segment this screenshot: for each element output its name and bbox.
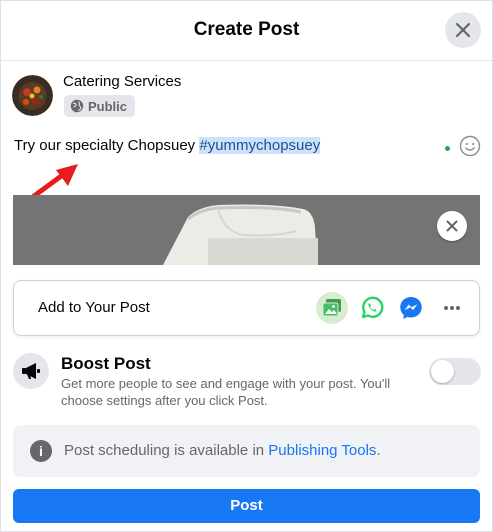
audience-label: Public bbox=[88, 98, 128, 114]
info-suffix: . bbox=[376, 442, 381, 459]
add-to-post-label: Add to Your Post bbox=[38, 299, 150, 316]
photo-video-icon bbox=[322, 299, 341, 317]
close-icon bbox=[446, 220, 458, 232]
annotation-arrow bbox=[31, 164, 78, 199]
hashtag: #yummychopsuey bbox=[199, 137, 321, 154]
megaphone-icon bbox=[22, 363, 40, 379]
globe-icon bbox=[70, 99, 84, 113]
whatsapp-button[interactable] bbox=[356, 292, 388, 324]
more-options-button[interactable] bbox=[436, 292, 468, 324]
scheduling-info-box: i Post scheduling is available in Publis… bbox=[13, 425, 480, 477]
info-text: Post scheduling is available in bbox=[64, 442, 269, 459]
close-icon bbox=[455, 22, 471, 38]
emoji-icon bbox=[459, 135, 481, 157]
post-text-input[interactable]: Try our specialty Chopsuey #yummychopsue… bbox=[14, 137, 321, 154]
dialog-title: Create Post bbox=[193, 19, 300, 40]
remove-photo-button[interactable] bbox=[437, 211, 467, 241]
status-dot bbox=[445, 146, 450, 151]
more-icon bbox=[444, 306, 460, 310]
attached-photo bbox=[13, 195, 480, 265]
boost-icon-container bbox=[13, 353, 49, 389]
boost-post-toggle[interactable] bbox=[429, 358, 481, 385]
post-button[interactable]: Post bbox=[13, 489, 480, 523]
audience-selector[interactable]: Public bbox=[64, 95, 136, 117]
boost-post-title: Boost Post bbox=[61, 354, 151, 373]
author-name: Catering Services bbox=[63, 73, 182, 90]
add-to-post-bar: Add to Your Post bbox=[13, 280, 480, 336]
boost-post-description: Get more people to see and engage with y… bbox=[61, 376, 391, 408]
messenger-button[interactable] bbox=[395, 292, 427, 324]
close-button[interactable] bbox=[445, 12, 481, 48]
photo-video-button[interactable] bbox=[316, 292, 348, 324]
info-icon: i bbox=[30, 440, 52, 462]
messenger-icon bbox=[400, 297, 422, 319]
whatsapp-icon bbox=[361, 296, 384, 319]
dialog-header: Create Post bbox=[0, 0, 493, 61]
avatar bbox=[12, 75, 53, 116]
emoji-button[interactable] bbox=[459, 135, 481, 162]
publishing-tools-link[interactable]: Publishing Tools bbox=[268, 442, 376, 459]
post-text: Try our specialty Chopsuey bbox=[14, 137, 200, 154]
toggle-knob bbox=[431, 360, 454, 383]
scheduling-info-text: Post scheduling is available in Publishi… bbox=[64, 425, 381, 477]
